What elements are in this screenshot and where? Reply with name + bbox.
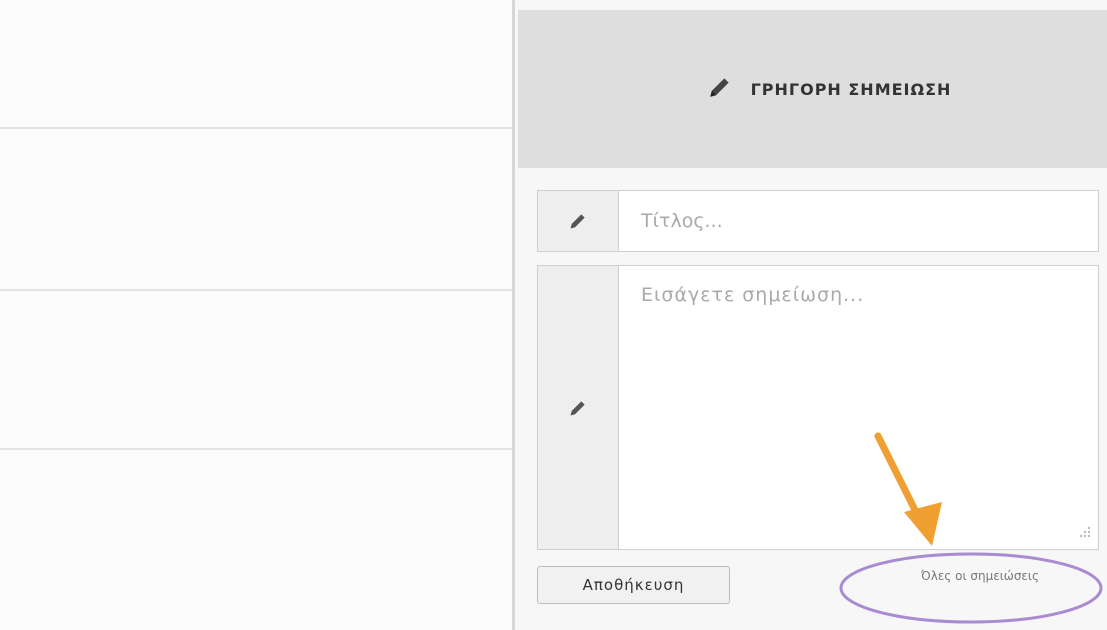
- note-textarea[interactable]: [619, 265, 1099, 550]
- list-item: [0, 129, 512, 291]
- highlight-ellipse: [839, 552, 1103, 624]
- list-item: [0, 291, 512, 450]
- annotation-arrow-icon: [874, 432, 942, 546]
- note-input-group: [537, 265, 1099, 550]
- save-button[interactable]: Αποθήκευση: [537, 566, 730, 604]
- pencil-icon: [537, 265, 619, 550]
- list-item: [0, 450, 512, 630]
- title-input-group: [537, 190, 1099, 252]
- title-input[interactable]: [619, 190, 1099, 252]
- list-item: [0, 0, 512, 129]
- pencil-icon: [537, 190, 619, 252]
- quick-note-header: ΓΡΗΓΟΡΗ ΣΗΜΕΙΩΣΗ: [518, 10, 1107, 168]
- resize-grip-icon[interactable]: [1075, 524, 1091, 544]
- pencil-icon: [707, 74, 733, 104]
- quick-note-title: ΓΡΗΓΟΡΗ ΣΗΜΕΙΩΣΗ: [750, 79, 952, 99]
- left-content-pane: [0, 0, 512, 630]
